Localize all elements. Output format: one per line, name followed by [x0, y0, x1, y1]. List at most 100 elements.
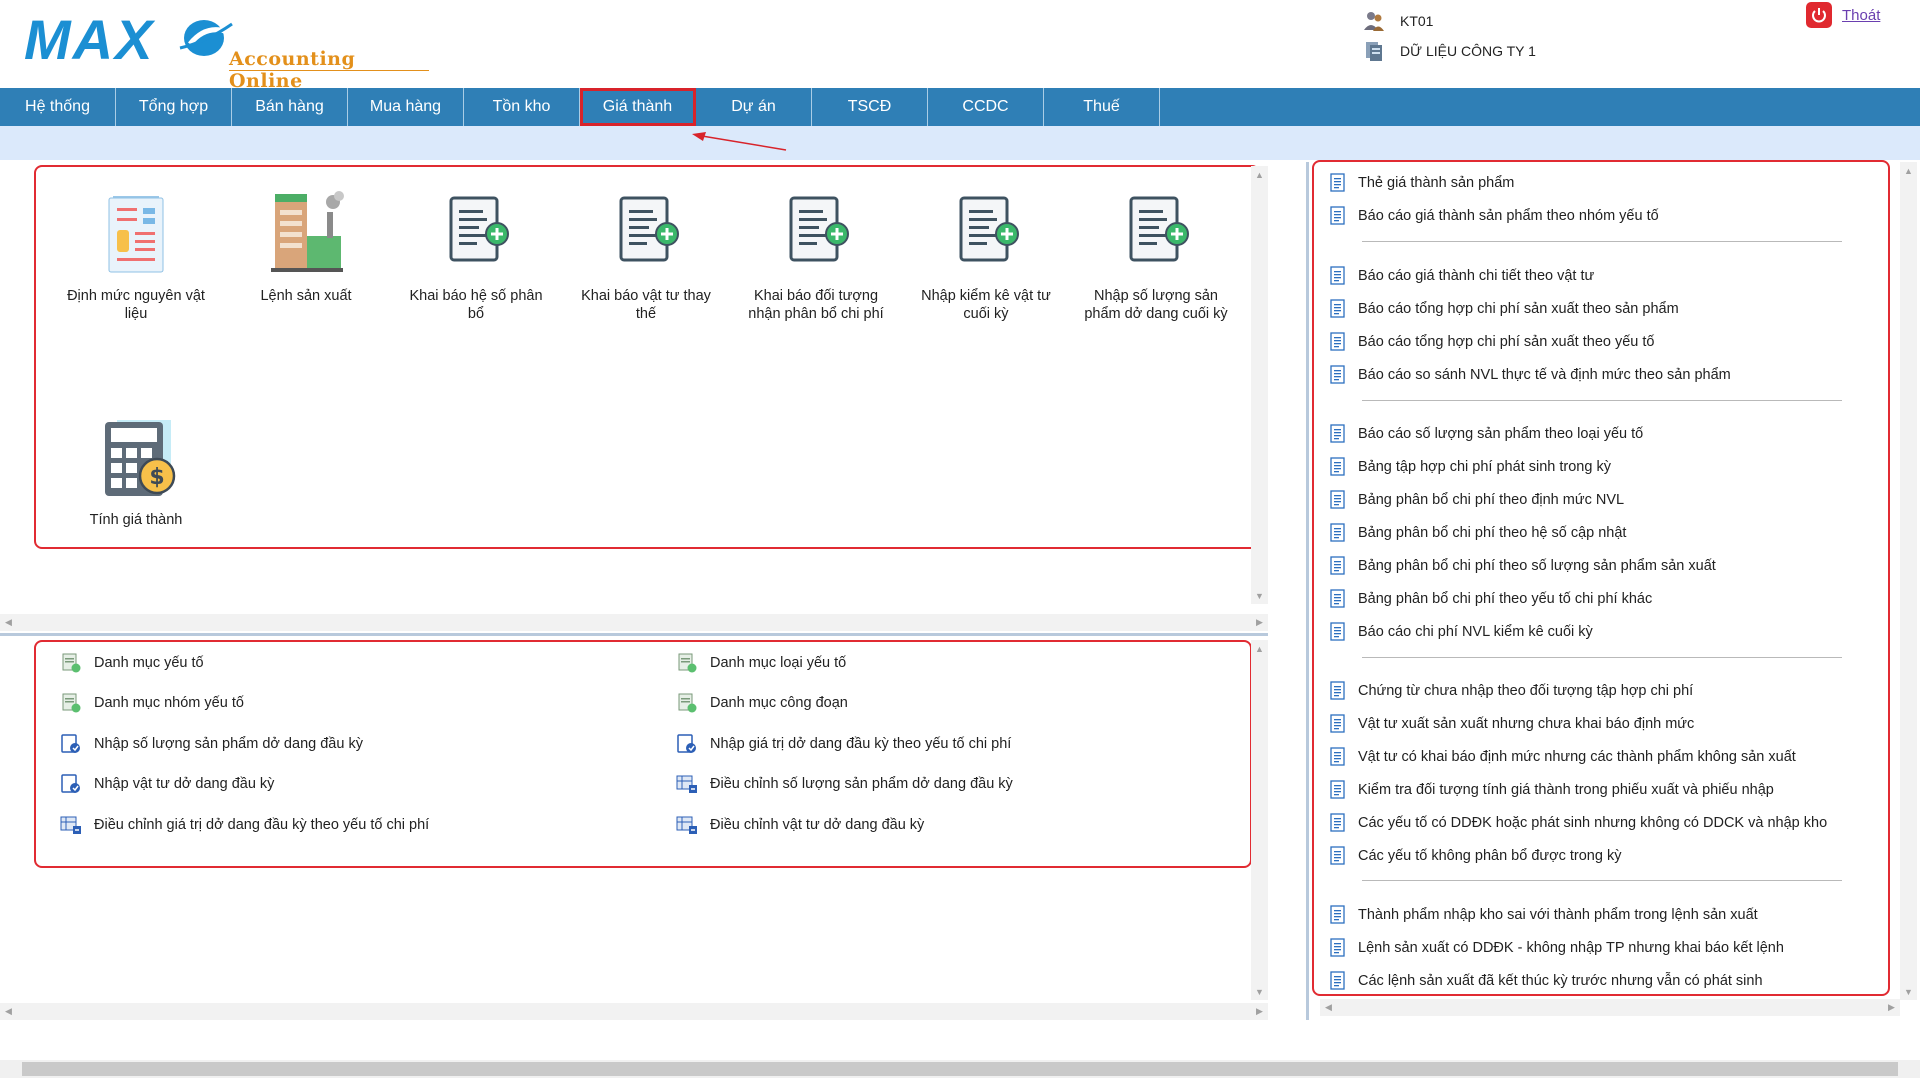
report-item[interactable]: Báo cáo so sánh NVL thực tế và định mức … [1330, 361, 1731, 389]
catalog-horizontal-scrollbar[interactable]: ◀ ▶ [0, 1003, 1268, 1020]
scroll-left-arrow-icon[interactable]: ◀ [1320, 999, 1337, 1016]
menu-tong-hop[interactable]: Tổng hợp [116, 88, 232, 126]
report-item[interactable]: Báo cáo tổng hợp chi phí sản xuất theo s… [1330, 295, 1679, 323]
scroll-left-arrow-icon[interactable]: ◀ [0, 1003, 17, 1020]
reports-horizontal-scrollbar[interactable]: ◀ ▶ [1320, 999, 1900, 1016]
catalog-icon [62, 693, 81, 713]
tile-label: Khai báo vật tư thay thế [581, 288, 711, 322]
list-item-danh-muc-loai-yeu-to[interactable]: Danh mục loại yếu tố [676, 649, 846, 677]
entry-form-icon [677, 734, 696, 753]
list-item-danh-muc-nhom-yeu-to[interactable]: Danh mục nhóm yếu tố [60, 689, 244, 717]
entry-form-icon [61, 774, 80, 793]
report-item[interactable]: Chứng từ chưa nhập theo đối tượng tập hợ… [1330, 677, 1693, 705]
logout-link[interactable]: Thoát [1842, 7, 1880, 24]
report-label: Bảng phân bổ chi phí theo yếu tố chi phí… [1358, 591, 1653, 607]
scroll-right-arrow-icon[interactable]: ▶ [1251, 1003, 1268, 1020]
list-item-dieu-chinh-so-luong-dd[interactable]: Điều chỉnh số lượng sản phẩm dở dang đầu… [676, 770, 1013, 798]
tile-khai-bao-he-so-phan-bo[interactable]: Khai báo hệ số phân bổ [401, 188, 551, 323]
report-document-icon [1330, 938, 1345, 957]
tile-dinh-muc-nvl[interactable]: Định mức nguyên vật liệu [61, 188, 211, 323]
report-item[interactable]: Lệnh sản xuất có DDĐK - không nhập TP nh… [1330, 934, 1784, 962]
catalog-vertical-scrollbar[interactable]: ▲ ▼ [1251, 640, 1268, 1000]
report-label: Báo cáo giá thành sản phẩm theo nhóm yếu… [1358, 208, 1659, 224]
menu-ban-hang[interactable]: Bán hàng [232, 88, 348, 126]
report-item[interactable]: Bảng phân bổ chi phí theo hệ số cập nhật [1330, 519, 1626, 547]
report-document-icon [1330, 365, 1345, 384]
report-item[interactable]: Báo cáo tổng hợp chi phí sản xuất theo y… [1330, 328, 1655, 356]
menu-ton-kho[interactable]: Tồn kho [464, 88, 580, 126]
list-item-label: Điều chỉnh vật tư dở dang đầu kỳ [710, 817, 925, 833]
list-item-nhap-gia-tri-dd[interactable]: Nhập giá trị dở dang đầu kỳ theo yếu tố … [676, 730, 1011, 758]
report-label: Kiểm tra đối tượng tính giá thành trong … [1358, 782, 1774, 798]
report-item[interactable]: Báo cáo chi phí NVL kiểm kê cuối kỳ [1330, 618, 1593, 646]
page-scrollbar-thumb[interactable] [22, 1062, 1898, 1076]
report-item[interactable]: Thành phẩm nhập kho sai với thành phẩm t… [1330, 901, 1758, 929]
menu-tscd[interactable]: TSCĐ [812, 88, 928, 126]
menu-ccdc[interactable]: CCDC [928, 88, 1044, 126]
scroll-left-arrow-icon[interactable]: ◀ [0, 614, 17, 631]
vertical-splitter[interactable] [1306, 162, 1309, 1020]
report-item[interactable]: Thẻ giá thành sản phẩm [1330, 169, 1514, 197]
power-icon[interactable] [1806, 2, 1832, 28]
scroll-right-arrow-icon[interactable]: ▶ [1883, 999, 1900, 1016]
menu-he-thong[interactable]: Hệ thống [0, 88, 116, 126]
report-item[interactable]: Các yếu tố không phân bổ được trong kỳ [1330, 842, 1621, 870]
app-window: MAX Accounting Online KT01 DỮ LIỆU CÔNG … [0, 0, 1920, 1080]
list-item-danh-muc-yeu-to[interactable]: Danh mục yếu tố [60, 649, 204, 677]
scroll-right-arrow-icon[interactable]: ▶ [1251, 614, 1268, 631]
report-item[interactable]: Vật tư xuất sản xuất nhưng chưa khai báo… [1330, 710, 1694, 738]
functions-vertical-scrollbar[interactable]: ▲ ▼ [1251, 166, 1268, 604]
report-group-divider [1362, 657, 1842, 658]
menu-gia-thanh[interactable]: Giá thành [580, 88, 696, 126]
list-item-dieu-chinh-gia-tri-dd[interactable]: Điều chỉnh giá trị dở dang đầu kỳ theo y… [60, 811, 429, 839]
logo-text: MAX [24, 8, 155, 71]
report-document-icon [1330, 622, 1345, 641]
report-document-icon [1330, 846, 1345, 865]
tile-khai-bao-doi-tuong-phan-bo[interactable]: Khai báo đối tượng nhận phân bổ chi phí [741, 188, 891, 323]
report-label: Báo cáo so sánh NVL thực tế và định mức … [1358, 367, 1731, 383]
report-item[interactable]: Báo cáo giá thành chi tiết theo vật tư [1330, 262, 1594, 290]
scroll-down-arrow-icon[interactable]: ▼ [1251, 587, 1268, 604]
logout-button[interactable]: Thoát [1806, 0, 1880, 30]
list-item-danh-muc-cong-doan[interactable]: Danh mục công đoạn [676, 689, 848, 717]
report-item[interactable]: Bảng phân bổ chi phí theo số lượng sản p… [1330, 552, 1716, 580]
list-item-nhap-vat-tu-dd-dau-ky[interactable]: Nhập vật tư dở dang đầu kỳ [60, 770, 274, 798]
scroll-up-arrow-icon[interactable]: ▲ [1251, 166, 1268, 183]
report-item[interactable]: Bảng phân bổ chi phí theo yếu tố chi phí… [1330, 585, 1652, 613]
tile-lenh-san-xuat[interactable]: Lệnh sản xuất [231, 188, 381, 305]
tile-nhap-kiem-ke-vat-tu[interactable]: Nhập kiểm kê vật tư cuối kỳ [911, 188, 1061, 323]
page-horizontal-scrollbar[interactable] [0, 1060, 1920, 1078]
functions-horizontal-scrollbar[interactable]: ◀ ▶ [0, 614, 1268, 631]
report-item[interactable]: Bảng phân bổ chi phí theo định mức NVL [1330, 486, 1624, 514]
scroll-down-arrow-icon[interactable]: ▼ [1251, 983, 1268, 1000]
menu-du-an[interactable]: Dự án [696, 88, 812, 126]
list-item-label: Nhập vật tư dở dang đầu kỳ [94, 776, 275, 792]
company-name: DỮ LIỆU CÔNG TY 1 [1400, 43, 1536, 59]
tile-label: Tính giá thành [89, 512, 183, 528]
tile-label: Khai báo hệ số phân bổ [409, 288, 543, 322]
report-item[interactable]: Bảng tập hợp chi phí phát sinh trong kỳ [1330, 453, 1611, 481]
reports-vertical-scrollbar[interactable]: ▲ ▼ [1900, 162, 1917, 1000]
scroll-up-arrow-icon[interactable]: ▲ [1900, 162, 1917, 179]
menu-thue[interactable]: Thuế [1044, 88, 1160, 126]
horizontal-splitter[interactable] [0, 633, 1268, 636]
report-item[interactable]: Vật tư có khai báo định mức nhưng các th… [1330, 743, 1796, 771]
report-item[interactable]: Kiểm tra đối tượng tính giá thành trong … [1330, 776, 1774, 804]
list-item-dieu-chinh-vat-tu-dd[interactable]: Điều chỉnh vật tư dở dang đầu kỳ [676, 811, 924, 839]
report-label: Báo cáo chi phí NVL kiểm kê cuối kỳ [1358, 624, 1593, 640]
tile-nhap-so-luong-dd-cuoi-ky[interactable]: Nhập số lượng sản phẩm dở dang cuối kỳ [1081, 188, 1231, 323]
menu-mua-hang[interactable]: Mua hàng [348, 88, 464, 126]
list-item-nhap-sl-dd-dau-ky[interactable]: Nhập số lượng sản phẩm dở dang đầu kỳ [60, 730, 363, 758]
adjust-grid-icon [676, 816, 697, 834]
report-item[interactable]: Báo cáo số lượng sản phẩm theo loại yếu … [1330, 420, 1643, 448]
scroll-up-arrow-icon[interactable]: ▲ [1251, 640, 1268, 657]
report-document-icon [1330, 299, 1345, 318]
report-item[interactable]: Các lệnh sản xuất đã kết thúc kỳ trước n… [1330, 967, 1763, 995]
scroll-down-arrow-icon[interactable]: ▼ [1900, 983, 1917, 1000]
report-item[interactable]: Các yếu tố có DDĐK hoặc phát sinh nhưng … [1330, 809, 1827, 837]
tile-tinh-gia-thanh[interactable]: $ Tính giá thành [61, 412, 211, 529]
main-menu: Hệ thống Tổng hợp Bán hàng Mua hàng Tồn … [0, 88, 1920, 126]
report-item[interactable]: Báo cáo giá thành sản phẩm theo nhóm yếu… [1330, 202, 1659, 230]
report-label: Các yếu tố không phân bổ được trong kỳ [1358, 848, 1622, 864]
tile-khai-bao-vat-tu-thay-the[interactable]: Khai báo vật tư thay thế [571, 188, 721, 323]
